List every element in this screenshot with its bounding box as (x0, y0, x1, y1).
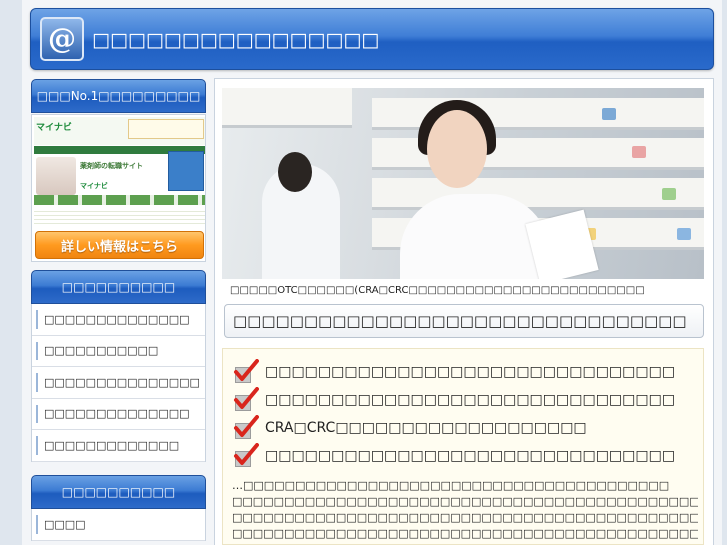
at-icon: @ (48, 22, 76, 55)
banner-phone-box (128, 119, 204, 139)
checklist-item: CRA□CRC□□□□□□□□□□□□□□□□□□□ (233, 415, 587, 441)
checklist-text: CRA□CRC□□□□□□□□□□□□□□□□□□□ (265, 420, 587, 436)
site-logo[interactable]: @ (40, 17, 84, 61)
shelf (222, 88, 352, 128)
checklist-item: □□□□□□□□□□□□□□□□□□□□□□□□□□□□□□□ (233, 359, 675, 385)
body-text: …□□□□□□□□□□□□□□□□□□□□□□□□□□□□□□□□□□□□□□□… (232, 478, 698, 542)
hero-photo (222, 88, 704, 279)
sidebar-banner-heading: □□□No.1□□□□□□□□□ (31, 79, 206, 113)
sidebar-link[interactable]: □□□□□□□□□□□□□ (32, 430, 205, 462)
details-button[interactable]: 詳しい情報はこちら (35, 231, 204, 259)
checklist-item: □□□□□□□□□□□□□□□□□□□□□□□□□□□□□□□ (233, 387, 675, 413)
site-title[interactable]: □□□□□□□□□□□□□□□□ (92, 29, 379, 51)
body-line: □□□□□□□□□□□□□□□□□□□□□□□□□□□□□□□□□□□□□□□□… (232, 511, 698, 524)
banner-feature-strip (34, 195, 205, 205)
pharmacist-background-head (278, 152, 312, 192)
sidebar-section1-heading: □□□□□□□□□□ (31, 270, 206, 304)
checklist-text: □□□□□□□□□□□□□□□□□□□□□□□□□□□□□□□ (265, 448, 676, 464)
banner-photo (36, 157, 76, 195)
checkmark-icon (233, 415, 259, 441)
sidebar-link[interactable]: □□□□□□□□□□□ (32, 336, 205, 367)
hero-caption: □□□□□OTC□□□□□□(CRA□CRC□□□□□□□□□□□□□□□□□□… (230, 285, 645, 296)
banner-signup-box (168, 151, 204, 191)
medicine-box (632, 146, 646, 158)
section-title: □□□□□□□□□□□□□□□□□□□□□□□□□□□□□□□□ (224, 304, 704, 338)
sidebar-link[interactable]: □□□□□□□□□□□□□□ (32, 304, 205, 336)
checkmark-icon (233, 443, 259, 469)
checklist-text: □□□□□□□□□□□□□□□□□□□□□□□□□□□□□□□ (265, 364, 676, 380)
checkmark-icon (233, 359, 259, 385)
body-line: □□□□□□□□□□□□□□□□□□□□□□□□□□□□□□□□□□□□□□□□… (232, 495, 698, 508)
shelf (372, 178, 704, 210)
banner-brand-logo-2: マイナビ (80, 182, 108, 190)
checklist-text: □□□□□□□□□□□□□□□□□□□□□□□□□□□□□□□ (265, 392, 676, 408)
pharmacist-face (427, 110, 487, 188)
banner-brand-logo: マイナビ (36, 123, 72, 133)
medicine-box (662, 188, 676, 200)
sidebar-link[interactable]: □□□□□□□□□□□□□□□ (32, 367, 205, 399)
banner-text-lines (34, 208, 205, 225)
recruit-banner[interactable]: マイナビ 薬剤師の転職サイト マイナビ 詳しい情報はこちら (31, 114, 206, 262)
sidebar-section2-list: □□□□ (31, 509, 206, 541)
sidebar-link[interactable]: □□□□ (32, 509, 205, 541)
sidebar-link[interactable]: □□□□□□□□□□□□□□ (32, 399, 205, 430)
medicine-box (602, 108, 616, 120)
checklist-item: □□□□□□□□□□□□□□□□□□□□□□□□□□□□□□□ (233, 443, 675, 469)
body-line: …□□□□□□□□□□□□□□□□□□□□□□□□□□□□□□□□□□□□□□□… (232, 479, 670, 492)
sidebar-section1-list: □□□□□□□□□□□□□□ □□□□□□□□□□□ □□□□□□□□□□□□□… (31, 304, 206, 462)
medicine-box (677, 228, 691, 240)
body-line: □□□□□□□□□□□□□□□□□□□□□□□□□□□□□□□□□□□□□□□□… (232, 527, 698, 540)
checkmark-icon (233, 387, 259, 413)
sidebar-section2-heading: □□□□□□□□□□ (31, 475, 206, 509)
banner-headline: 薬剤師の転職サイト (80, 162, 143, 170)
